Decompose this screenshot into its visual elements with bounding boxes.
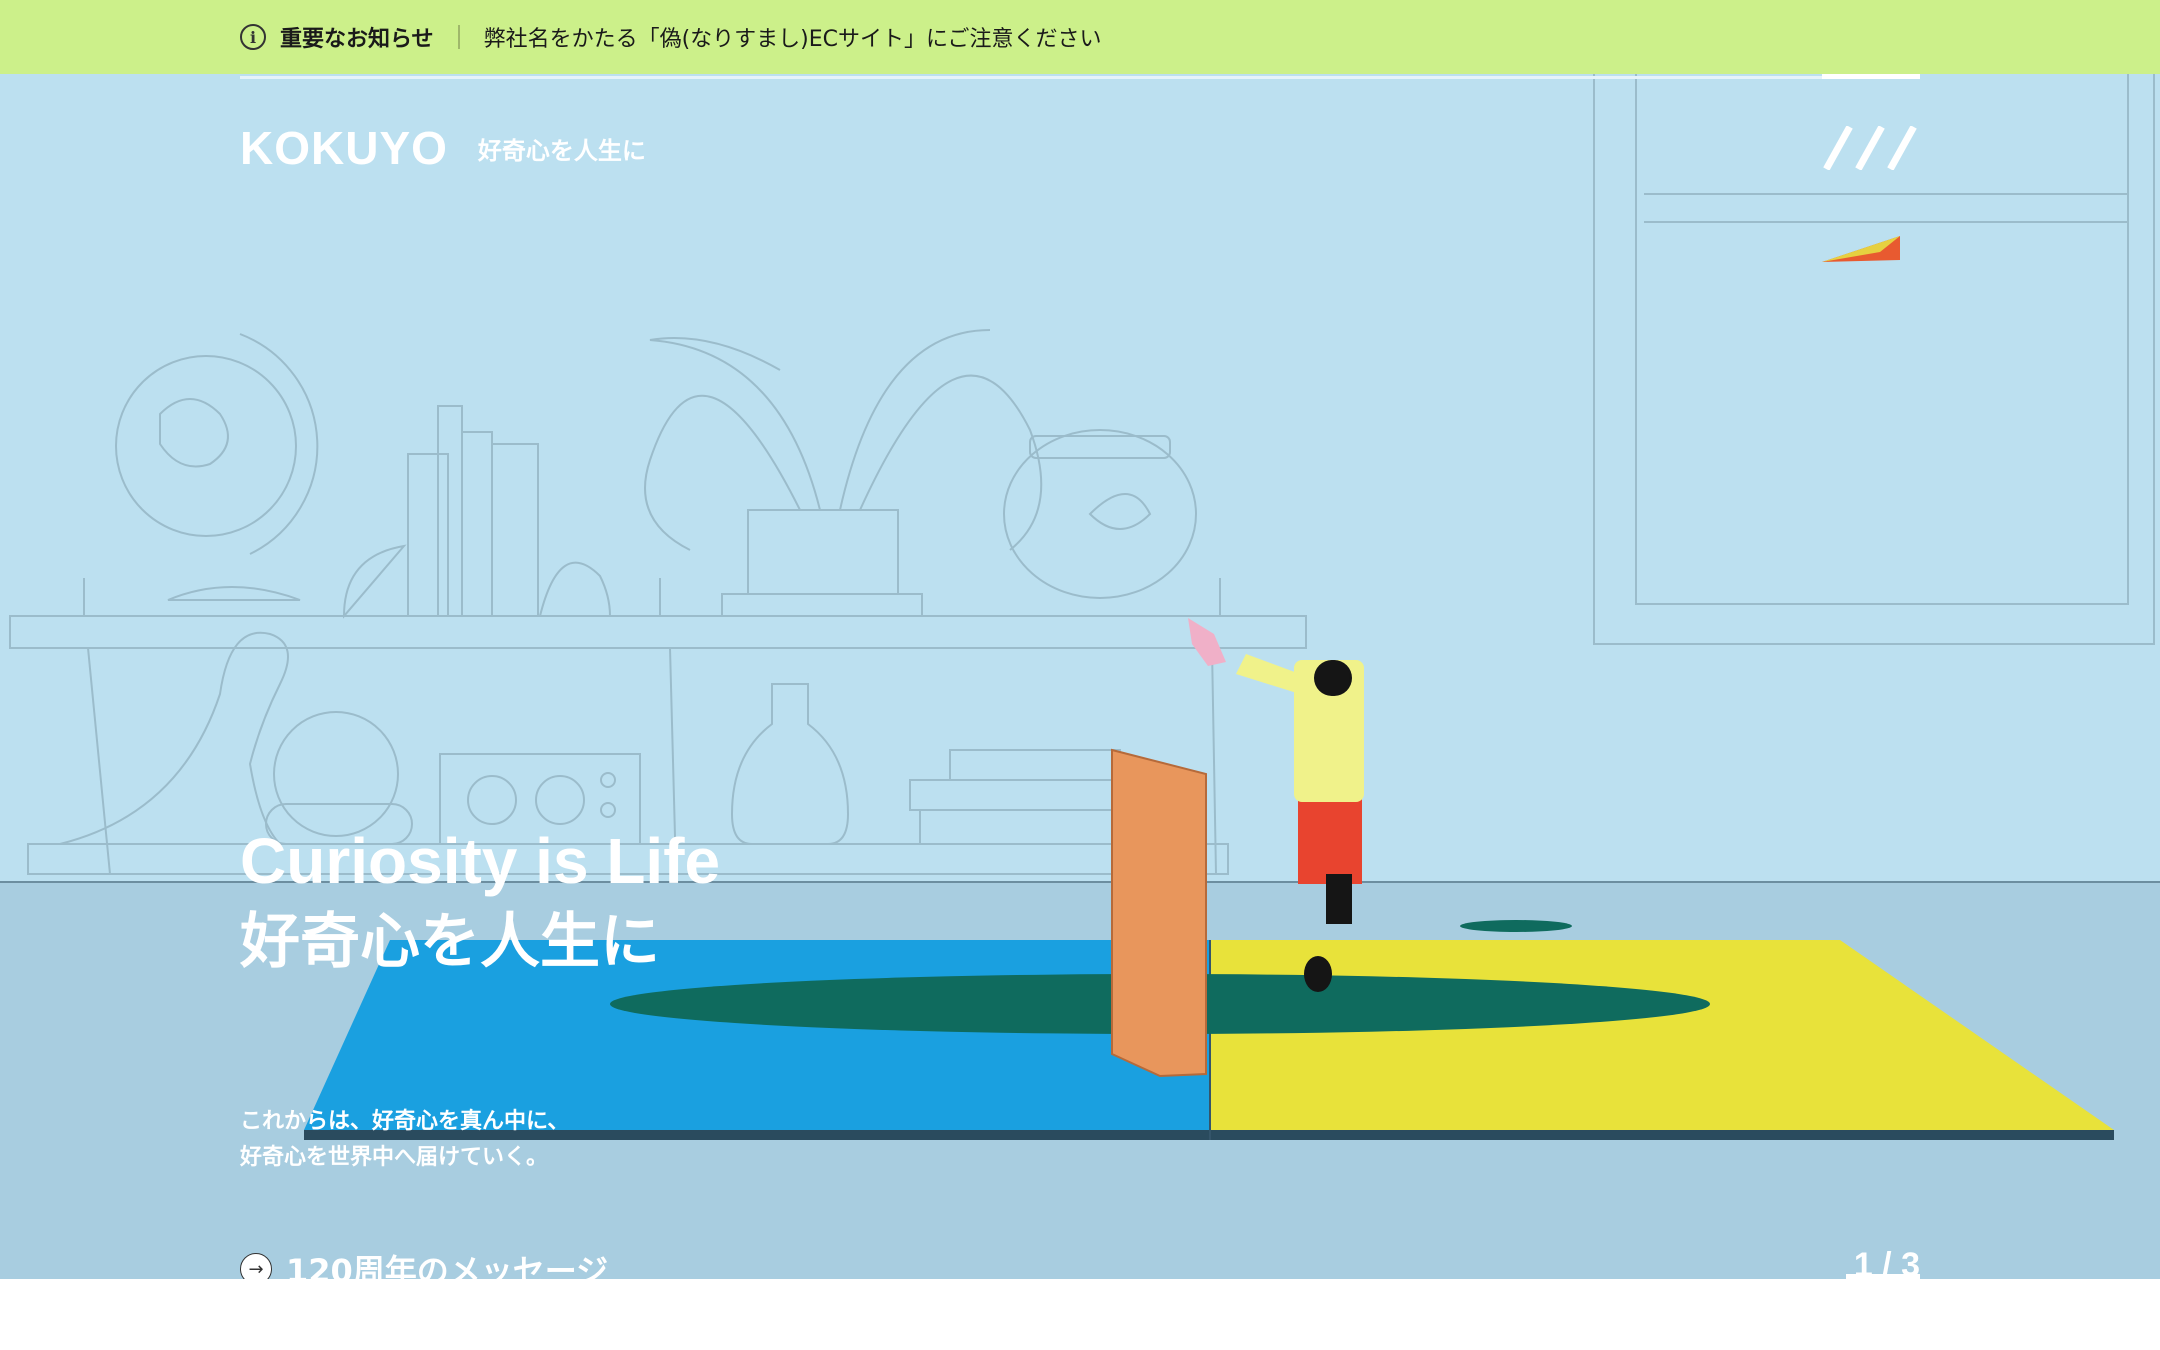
lead-line-2: 好奇心を世界中へ届けていく。 [240, 1145, 549, 1170]
hero-slider: KOKUYO 好奇心を人生に Curiosity is Life 好奇心を人生に… [0, 74, 2160, 1279]
lead-line-1: これからは、好奇心を真ん中に、 [240, 1109, 570, 1134]
hero-headline: Curiosity is Life 好奇心を人生に [240, 822, 720, 984]
header-tagline: 好奇心を人生に [477, 136, 646, 165]
illustration [9, 74, 2155, 1140]
notice-link[interactable]: 弊社名をかたる「偽(なりすまし)ECサイト」にご注意ください [484, 21, 1102, 53]
notice-label: 重要なお知らせ [280, 27, 434, 52]
headline-english: Curiosity is Life [240, 825, 721, 897]
notice-divider [457, 25, 460, 49]
menu-button[interactable] [1822, 125, 1920, 171]
anniversary-message-label: 120周年のメッセージ [286, 1252, 609, 1279]
menu-slashes-icon [1823, 125, 1917, 171]
slide-progress-track [240, 76, 1920, 79]
notice-bar[interactable]: i 重要なお知らせ 弊社名をかたる「偽(なりすまし)ECサイト」にご注意ください [0, 0, 2160, 74]
anniversary-message-link[interactable]: → 120周年のメッセージ [240, 1246, 608, 1279]
headline-japanese: 好奇心を人生に [240, 907, 660, 977]
site-header: KOKUYO 好奇心を人生に [240, 122, 646, 174]
hero-lead-text: これからは、好奇心を真ん中に、 好奇心を世界中へ届けていく。 [240, 1104, 569, 1176]
slide-progress-active [1822, 74, 1920, 79]
slide-counter-progress [1846, 1274, 1920, 1279]
info-icon: i [240, 24, 266, 50]
notice-content[interactable]: i 重要なお知らせ 弊社名をかたる「偽(なりすまし)ECサイト」にご注意ください [240, 0, 1102, 74]
kokuyo-logo[interactable]: KOKUYO [240, 121, 448, 175]
arrow-right-icon: → [240, 1253, 272, 1279]
